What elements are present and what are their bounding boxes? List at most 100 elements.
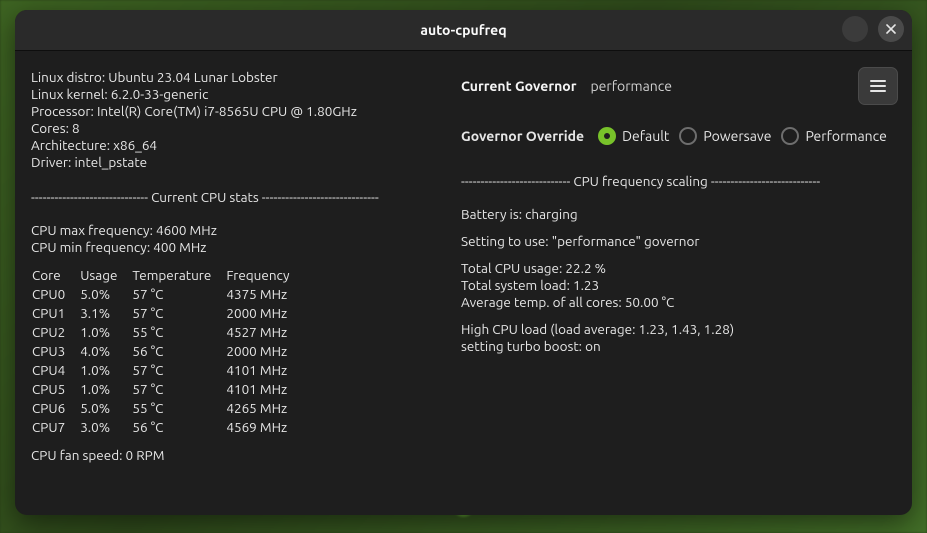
turbo-value: on bbox=[585, 338, 601, 354]
cell-temp: 56 °C bbox=[131, 342, 225, 361]
hamburger-icon bbox=[869, 79, 887, 93]
radio-icon bbox=[598, 127, 616, 145]
high-load-value: 1.23, 1.43, 1.28) bbox=[639, 321, 735, 337]
driver-label: Driver: bbox=[31, 154, 71, 170]
body-area: Linux distro: Ubuntu 23.04 Lunar Lobster… bbox=[15, 51, 912, 515]
cell-core: CPU0 bbox=[31, 285, 79, 304]
minimize-button[interactable] bbox=[842, 16, 868, 42]
cell-core: CPU5 bbox=[31, 380, 79, 399]
table-row: CPU51.0%57 °C4101 MHz bbox=[31, 380, 303, 399]
close-button[interactable] bbox=[878, 16, 904, 42]
battery-line: Battery is: charging bbox=[461, 206, 894, 223]
cell-core: CPU1 bbox=[31, 304, 79, 323]
table-row: CPU21.0%55 °C4527 MHz bbox=[31, 323, 303, 342]
cell-usage: 1.0% bbox=[79, 323, 131, 342]
distro-line: Linux distro: Ubuntu 23.04 Lunar Lobster bbox=[31, 69, 431, 86]
freq-scaling-divider: ---------------------------- CPU frequen… bbox=[461, 173, 894, 190]
cell-usage: 1.0% bbox=[79, 361, 131, 380]
cell-core: CPU7 bbox=[31, 418, 79, 437]
table-row: CPU73.0%56 °C4569 MHz bbox=[31, 418, 303, 437]
radio-icon bbox=[679, 127, 697, 145]
fan-speed-value: 0 RPM bbox=[126, 447, 165, 463]
kernel-label: Linux kernel: bbox=[31, 86, 108, 102]
table-row: CPU41.0%57 °C4101 MHz bbox=[31, 361, 303, 380]
cell-temp: 57 °C bbox=[131, 304, 225, 323]
cell-temp: 55 °C bbox=[131, 399, 225, 418]
radio-performance-label: Performance bbox=[805, 128, 886, 144]
processor-value: Intel(R) Core(TM) i7-8565U CPU @ 1.80GHz bbox=[97, 103, 357, 119]
radio-default[interactable]: Default bbox=[598, 127, 669, 145]
cpu-max-freq-label: CPU max frequency: bbox=[31, 222, 153, 238]
cpu-min-freq-label: CPU min frequency: bbox=[31, 239, 150, 255]
freq-scaling-block: ---------------------------- CPU frequen… bbox=[449, 155, 898, 355]
cell-usage: 5.0% bbox=[79, 285, 131, 304]
cell-core: CPU3 bbox=[31, 342, 79, 361]
setting-label: Setting to use: bbox=[461, 233, 549, 249]
system-load-value: 1.23 bbox=[573, 277, 599, 293]
avg-temp-line: Average temp. of all cores: 50.00 °C bbox=[461, 294, 894, 311]
kernel-line: Linux kernel: 6.2.0-33-generic bbox=[31, 86, 431, 103]
arch-label: Architecture: bbox=[31, 137, 110, 153]
fan-speed-label: CPU fan speed: bbox=[31, 447, 122, 463]
driver-value: intel_pstate bbox=[74, 154, 147, 170]
col-core: Core bbox=[31, 266, 79, 285]
total-usage-line: Total CPU usage: 22.2 % bbox=[461, 260, 894, 277]
right-pane: Current Governor performance Governor Ov… bbox=[439, 51, 912, 515]
radio-performance[interactable]: Performance bbox=[781, 127, 886, 145]
governor-override-label: Governor Override bbox=[461, 128, 584, 144]
cell-usage: 3.1% bbox=[79, 304, 131, 323]
setting-line: Setting to use: "performance" governor bbox=[461, 233, 894, 250]
cpu-core-table: Core Usage Temperature Frequency CPU05.0… bbox=[31, 266, 303, 437]
driver-line: Driver: intel_pstate bbox=[31, 154, 431, 171]
cell-usage: 5.0% bbox=[79, 399, 131, 418]
cell-freq: 4101 MHz bbox=[225, 361, 303, 380]
cpu-stats-divider: ------------------------------ Current C… bbox=[31, 189, 431, 206]
table-row: CPU65.0%55 °C4265 MHz bbox=[31, 399, 303, 418]
cell-usage: 1.0% bbox=[79, 380, 131, 399]
avg-temp-value: 50.00 °C bbox=[625, 294, 675, 310]
cores-value: 8 bbox=[72, 120, 80, 136]
radio-default-label: Default bbox=[622, 128, 669, 144]
table-row: CPU34.0%56 °C2000 MHz bbox=[31, 342, 303, 361]
arch-line: Architecture: x86_64 bbox=[31, 137, 431, 154]
cell-freq: 4101 MHz bbox=[225, 380, 303, 399]
cell-core: CPU2 bbox=[31, 323, 79, 342]
cell-temp: 57 °C bbox=[131, 285, 225, 304]
cell-freq: 2000 MHz bbox=[225, 304, 303, 323]
col-freq: Frequency bbox=[225, 266, 303, 285]
arch-value: x86_64 bbox=[113, 137, 157, 153]
high-load-line: High CPU load (load average: 1.23, 1.43,… bbox=[461, 321, 894, 338]
system-load-label: Total system load: bbox=[461, 277, 570, 293]
cell-core: CPU6 bbox=[31, 399, 79, 418]
cpu-max-freq-line: CPU max frequency: 4600 MHz bbox=[31, 222, 431, 239]
radio-powersave[interactable]: Powersave bbox=[679, 127, 771, 145]
cell-core: CPU4 bbox=[31, 361, 79, 380]
turbo-label: setting turbo boost: bbox=[461, 338, 582, 354]
cell-temp: 56 °C bbox=[131, 418, 225, 437]
menu-button[interactable] bbox=[858, 67, 898, 105]
battery-value: charging bbox=[525, 206, 578, 222]
cell-usage: 4.0% bbox=[79, 342, 131, 361]
kernel-value: 6.2.0-33-generic bbox=[111, 86, 209, 102]
cell-temp: 57 °C bbox=[131, 380, 225, 399]
cell-freq: 4569 MHz bbox=[225, 418, 303, 437]
cores-line: Cores: 8 bbox=[31, 120, 431, 137]
radio-icon bbox=[781, 127, 799, 145]
cell-freq: 4375 MHz bbox=[225, 285, 303, 304]
window-title: auto-cpufreq bbox=[420, 22, 506, 38]
table-row: CPU05.0%57 °C4375 MHz bbox=[31, 285, 303, 304]
cpu-min-freq-line: CPU min frequency: 400 MHz bbox=[31, 239, 431, 256]
system-load-line: Total system load: 1.23 bbox=[461, 277, 894, 294]
governor-override-row: Governor Override Default Powersave Perf… bbox=[449, 115, 898, 155]
cores-label: Cores: bbox=[31, 120, 69, 136]
current-governor-row: Current Governor performance bbox=[449, 61, 898, 115]
cell-usage: 3.0% bbox=[79, 418, 131, 437]
cpu-max-freq-value: 4600 MHz bbox=[156, 222, 217, 238]
processor-label: Processor: bbox=[31, 103, 94, 119]
total-usage-label: Total CPU usage: bbox=[461, 260, 562, 276]
system-info: Linux distro: Ubuntu 23.04 Lunar Lobster… bbox=[31, 69, 431, 171]
turbo-line: setting turbo boost: on bbox=[461, 338, 894, 355]
processor-line: Processor: Intel(R) Core(TM) i7-8565U CP… bbox=[31, 103, 431, 120]
radio-powersave-label: Powersave bbox=[703, 128, 771, 144]
current-governor-label: Current Governor bbox=[461, 78, 576, 94]
